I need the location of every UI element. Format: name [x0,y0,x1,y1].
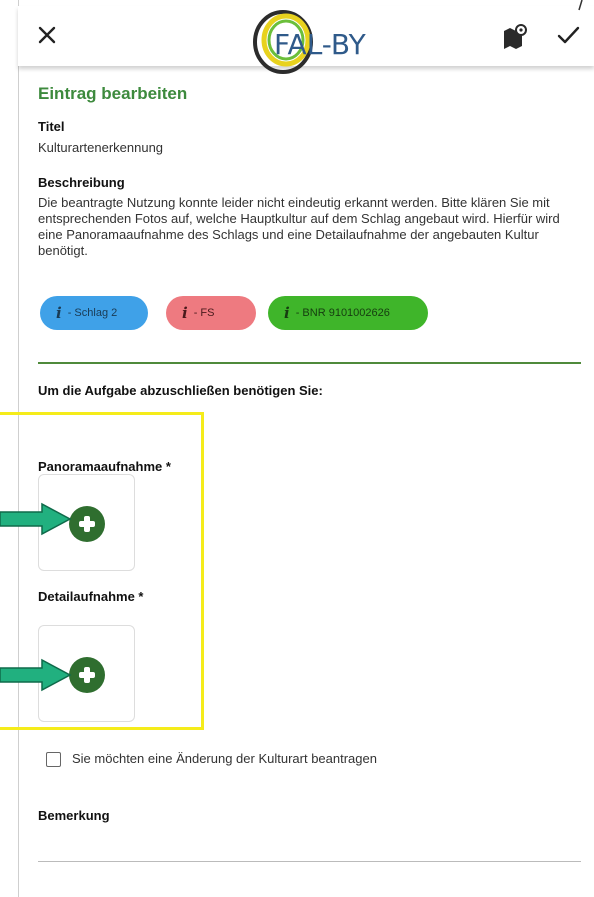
info-icon: i [284,304,290,322]
arrow-right-icon [0,502,72,536]
title-value: Kulturartenerkennung [38,140,164,155]
section-divider [38,362,581,364]
remark-label: Bemerkung [38,808,110,823]
chip-schlag[interactable]: i - Schlag 2 [40,296,148,330]
close-icon[interactable] [32,20,62,50]
info-icon: i [56,304,62,322]
task-prompt: Um die Aufgabe abzuschließen benötigen S… [38,383,323,398]
fal-by-logo: FAL-BY [253,10,367,74]
corner-mark-icon [578,0,583,11]
change-request-label[interactable]: Sie möchten eine Änderung der Kulturart … [72,751,377,766]
description-label: Beschreibung [38,175,125,190]
arrow-right-icon [0,658,72,692]
page-title: Eintrag bearbeiten [38,84,188,103]
change-request-checkbox[interactable] [46,752,61,767]
info-icon: i [182,304,188,322]
logo-text: FAL-BY [274,28,367,61]
app-toolbar: FAL-BY [18,6,594,74]
chip-label: - Schlag 2 [67,307,118,319]
chip-bnr[interactable]: i - BNR 9101002626 [268,296,428,330]
chip-label: - FS [193,307,215,319]
chip-label: - BNR 9101002626 [295,307,390,319]
chip-fs[interactable]: i - FS [166,296,256,330]
map-pin-icon[interactable] [502,24,528,50]
description-text: Die beantragte Nutzung konnte leider nic… [38,195,560,258]
confirm-check-icon[interactable] [555,22,581,48]
title-label: Titel [38,119,65,134]
remark-input-underline[interactable] [38,861,581,862]
